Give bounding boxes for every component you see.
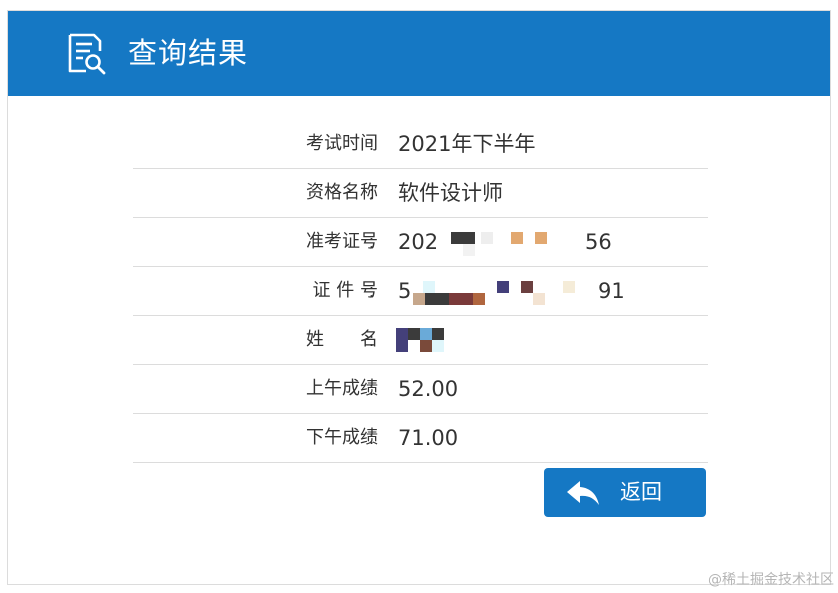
row-name: 姓 名 : [133,316,708,365]
afternoon-score-label: 下午成绩 [306,427,378,448]
colon: : [369,134,375,154]
result-header: 查询结果 [8,11,830,96]
row-morning-score: 上午成绩 : 52.00 [133,365,708,414]
document-search-icon [68,33,106,75]
id-number-value-prefix: 5 [398,279,412,303]
reply-arrow-icon [567,481,599,505]
result-card: 查询结果 考试时间 : 2021年下半年 资格名称 : 软件设计师 准考证号 :… [7,10,831,585]
morning-score-value: 52.00 [398,377,459,401]
colon: : [369,183,375,203]
admission-number-value-prefix: 202 [398,230,439,254]
qualification-value: 软件设计师 [398,181,503,205]
admission-number-value-suffix: 56 [585,230,612,254]
page-title: 查询结果 [128,36,249,70]
colon: : [369,428,375,448]
afternoon-score-value: 71.00 [398,426,459,450]
name-label: 姓 名 [306,329,378,350]
exam-time-value: 2021年下半年 [398,132,536,156]
colon: : [369,330,375,350]
colon: : [369,379,375,399]
row-admission-number: 准考证号 : 202 56 [133,218,708,267]
colon: : [369,281,375,301]
exam-time-label: 考试时间 [306,133,378,154]
back-button[interactable]: 返回 [544,468,706,517]
id-number-value-suffix: 91 [598,279,625,303]
row-exam-time: 考试时间 : 2021年下半年 [133,120,708,169]
row-qualification: 资格名称 : 软件设计师 [133,169,708,218]
colon: : [369,232,375,252]
back-button-label: 返回 [620,480,662,504]
watermark: @稀土掘金技术社区 [708,572,834,588]
morning-score-label: 上午成绩 [306,378,378,399]
admission-number-label: 准考证号 [306,231,378,252]
row-id-number: 证 件 号 : 5 91 [133,267,708,316]
result-table: 考试时间 : 2021年下半年 资格名称 : 软件设计师 准考证号 : 202 … [133,120,708,463]
qualification-label: 资格名称 [306,182,378,203]
row-afternoon-score: 下午成绩 : 71.00 [133,414,708,463]
